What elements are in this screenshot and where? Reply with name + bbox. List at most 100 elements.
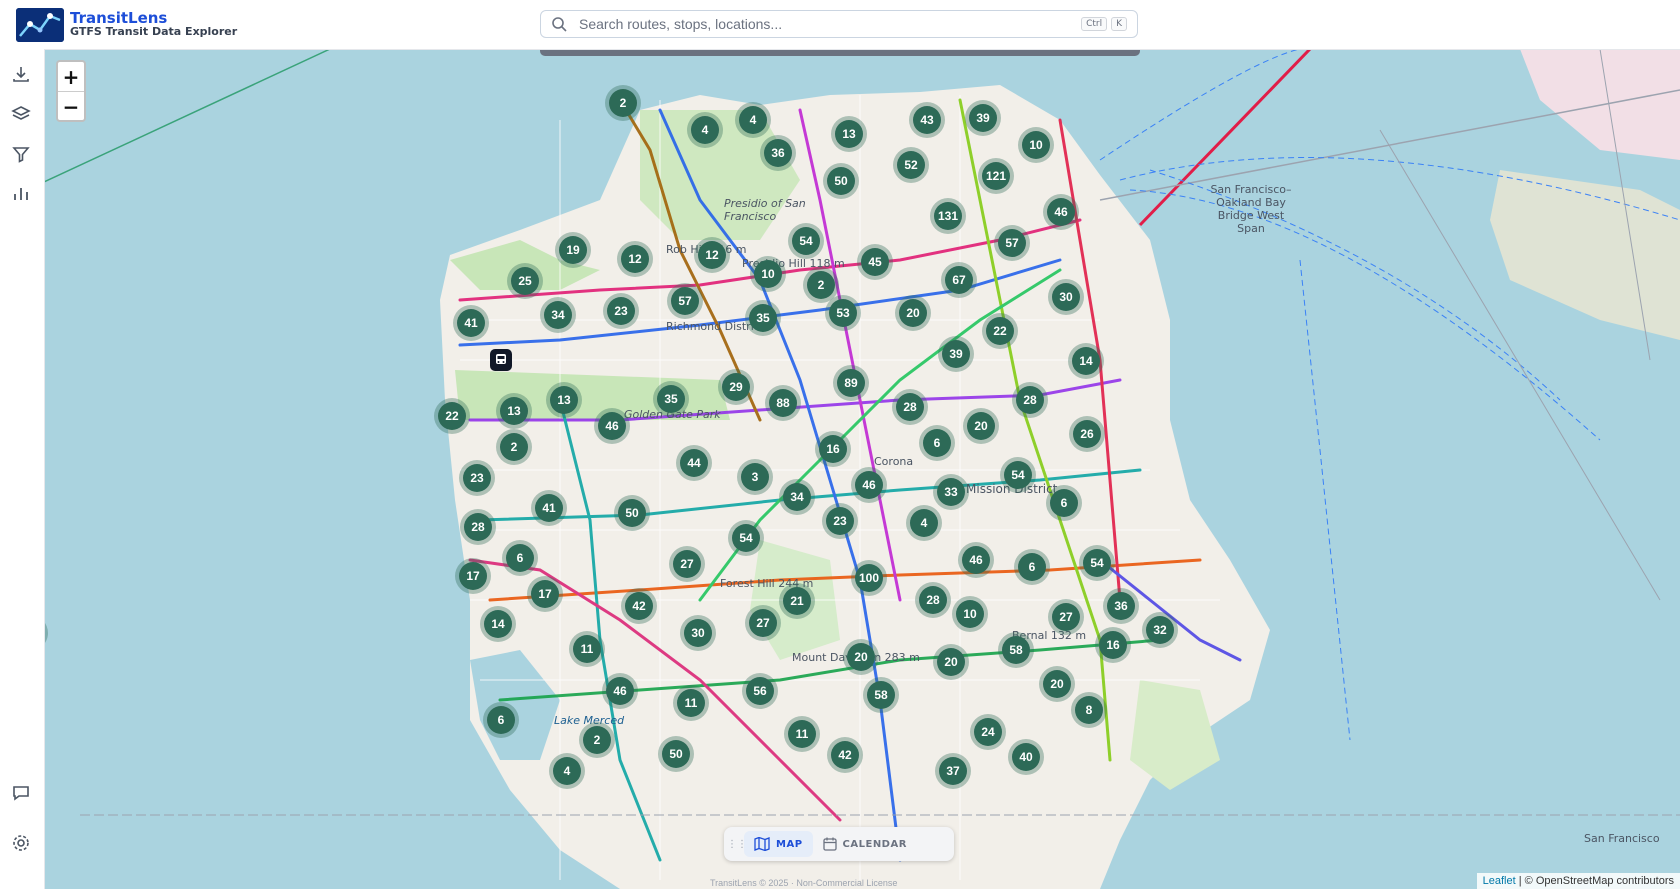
- stop-cluster-marker[interactable]: 14: [1072, 347, 1100, 375]
- stop-cluster-marker[interactable]: 44: [680, 449, 708, 477]
- stop-cluster-marker[interactable]: 24: [974, 718, 1002, 746]
- stop-cluster-marker[interactable]: 54: [1004, 461, 1032, 489]
- stop-cluster-marker[interactable]: 30: [1052, 283, 1080, 311]
- stop-cluster-marker[interactable]: 6: [506, 544, 534, 572]
- stop-cluster-marker[interactable]: 46: [598, 412, 626, 440]
- stop-cluster-marker[interactable]: 11: [573, 635, 601, 663]
- bar-chart-icon[interactable]: [10, 183, 32, 205]
- stop-cluster-marker[interactable]: 10: [1022, 131, 1050, 159]
- stop-cluster-marker[interactable]: 3: [741, 463, 769, 491]
- stop-cluster-marker[interactable]: 27: [749, 609, 777, 637]
- filter-icon[interactable]: [10, 143, 32, 165]
- stop-cluster-marker[interactable]: 58: [1002, 636, 1030, 664]
- stop-cluster-marker[interactable]: 2: [583, 726, 611, 754]
- stop-cluster-marker[interactable]: 17: [459, 562, 487, 590]
- download-icon[interactable]: [10, 63, 32, 85]
- stop-cluster-marker[interactable]: 25: [511, 267, 539, 295]
- stop-cluster-marker[interactable]: 20: [899, 299, 927, 327]
- calendar-view-button[interactable]: CALENDAR: [813, 827, 917, 861]
- stop-cluster-marker[interactable]: 57: [671, 287, 699, 315]
- stop-cluster-marker[interactable]: 58: [867, 681, 895, 709]
- stop-cluster-marker[interactable]: 89: [837, 369, 865, 397]
- stop-cluster-marker[interactable]: 67: [945, 266, 973, 294]
- search-input[interactable]: [577, 15, 1078, 33]
- stop-cluster-marker[interactable]: 54: [1083, 549, 1111, 577]
- stop-cluster-marker[interactable]: 46: [855, 471, 883, 499]
- stop-cluster-marker[interactable]: 39: [969, 104, 997, 132]
- stop-cluster-marker[interactable]: 6: [1050, 489, 1078, 517]
- stop-cluster-marker[interactable]: 27: [1052, 603, 1080, 631]
- stop-cluster-marker[interactable]: 20: [937, 648, 965, 676]
- stop-cluster-marker[interactable]: 14: [484, 610, 512, 638]
- stop-cluster-marker[interactable]: 23: [607, 297, 635, 325]
- stop-cluster-marker[interactable]: 56: [746, 677, 774, 705]
- stop-cluster-marker[interactable]: 121: [982, 162, 1010, 190]
- stop-cluster-marker[interactable]: 20: [967, 412, 995, 440]
- stop-cluster-marker[interactable]: 100: [855, 564, 883, 592]
- stop-cluster-marker[interactable]: 50: [827, 167, 855, 195]
- stop-cluster-marker[interactable]: 37: [939, 757, 967, 785]
- stop-cluster-marker[interactable]: 2: [807, 271, 835, 299]
- stop-cluster-marker[interactable]: 33: [937, 478, 965, 506]
- stop-cluster-marker[interactable]: 11: [788, 720, 816, 748]
- stop-cluster-marker[interactable]: 46: [606, 677, 634, 705]
- zoom-out-button[interactable]: −: [58, 92, 84, 121]
- stop-cluster-marker[interactable]: 46: [962, 546, 990, 574]
- stop-cluster-marker[interactable]: 6: [923, 429, 951, 457]
- stop-cluster-marker[interactable]: 6: [1018, 553, 1046, 581]
- stop-cluster-marker[interactable]: 36: [1107, 592, 1135, 620]
- chat-icon[interactable]: [10, 782, 32, 804]
- stop-cluster-marker[interactable]: 13: [835, 120, 863, 148]
- search-bar[interactable]: Ctrl K: [540, 10, 1138, 38]
- stop-cluster-marker[interactable]: 23: [826, 507, 854, 535]
- stop-cluster-marker[interactable]: 23: [463, 464, 491, 492]
- stop-cluster-marker[interactable]: 39: [942, 340, 970, 368]
- stop-cluster-marker[interactable]: 26: [1073, 420, 1101, 448]
- brand[interactable]: TransitLens GTFS Transit Data Explorer: [16, 8, 237, 42]
- stop-cluster-marker[interactable]: 16: [819, 435, 847, 463]
- stop-cluster-marker[interactable]: 13: [550, 386, 578, 414]
- map-view-button[interactable]: MAP: [744, 831, 813, 857]
- stop-cluster-marker[interactable]: 45: [861, 248, 889, 276]
- stop-cluster-marker[interactable]: 41: [535, 494, 563, 522]
- settings-icon[interactable]: [10, 832, 32, 854]
- stop-cluster-marker[interactable]: 41: [457, 309, 485, 337]
- stop-cluster-marker[interactable]: 53: [829, 299, 857, 327]
- bus-stop-marker[interactable]: [490, 349, 512, 371]
- stop-cluster-marker[interactable]: 88: [769, 389, 797, 417]
- stop-cluster-marker[interactable]: 8: [1075, 696, 1103, 724]
- stop-cluster-marker[interactable]: 4: [739, 106, 767, 134]
- drag-handle-icon[interactable]: ⋮⋮: [727, 834, 747, 854]
- map-canvas[interactable]: Richmond District Presidio of San Franci…: [44, 49, 1680, 889]
- stop-cluster-marker[interactable]: 10: [956, 600, 984, 628]
- stop-cluster-marker[interactable]: 46: [1047, 198, 1075, 226]
- stop-cluster-marker[interactable]: 34: [783, 483, 811, 511]
- stop-cluster-marker[interactable]: 28: [464, 513, 492, 541]
- layers-icon[interactable]: [10, 103, 32, 125]
- stop-cluster-marker[interactable]: 54: [792, 227, 820, 255]
- stop-cluster-marker[interactable]: 11: [677, 689, 705, 717]
- stop-cluster-marker[interactable]: 40: [1012, 743, 1040, 771]
- stop-cluster-marker[interactable]: 42: [625, 592, 653, 620]
- stop-cluster-marker[interactable]: 2: [609, 89, 637, 117]
- stop-cluster-marker[interactable]: 22: [986, 317, 1014, 345]
- stop-cluster-marker[interactable]: 29: [722, 373, 750, 401]
- stop-cluster-marker[interactable]: 32: [1146, 616, 1174, 644]
- stop-cluster-marker[interactable]: 52: [897, 151, 925, 179]
- stop-cluster-marker[interactable]: 30: [684, 619, 712, 647]
- stop-cluster-marker[interactable]: 28: [896, 393, 924, 421]
- stop-cluster-marker[interactable]: 34: [544, 301, 572, 329]
- stop-cluster-marker[interactable]: 57: [998, 229, 1026, 257]
- stop-cluster-marker[interactable]: 12: [698, 241, 726, 269]
- stop-cluster-marker[interactable]: 28: [919, 586, 947, 614]
- stop-cluster-marker[interactable]: 19: [559, 236, 587, 264]
- stop-cluster-marker[interactable]: 28: [1016, 386, 1044, 414]
- stop-cluster-marker[interactable]: 4: [910, 509, 938, 537]
- stop-cluster-marker[interactable]: 50: [618, 499, 646, 527]
- stop-cluster-marker[interactable]: 6: [487, 706, 515, 734]
- stop-cluster-marker[interactable]: 35: [749, 304, 777, 332]
- stop-cluster-marker[interactable]: 36: [764, 139, 792, 167]
- stop-cluster-marker[interactable]: 43: [913, 106, 941, 134]
- stop-cluster-marker[interactable]: 10: [754, 260, 782, 288]
- leaflet-link[interactable]: Leaflet: [1483, 875, 1516, 887]
